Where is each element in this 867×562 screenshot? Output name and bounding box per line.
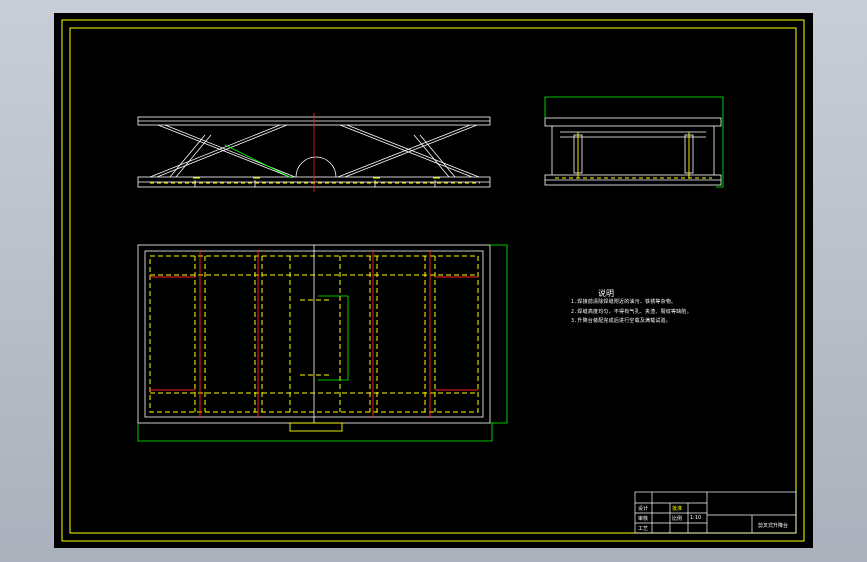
tb-scale-value: 1:10 (690, 515, 702, 521)
tb-process: 工艺 (638, 526, 649, 532)
note-line-2: 2.焊缝高度均匀，不得有气孔、夹渣、裂纹等缺陷。 (571, 309, 692, 315)
drawing-sheet (54, 13, 813, 548)
tb-scale-label: 比例 (672, 516, 683, 522)
note-line-1: 1.焊接前清除焊缝附近的油污、铁锈等杂物。 (571, 299, 677, 305)
tb-design: 设计 (638, 506, 649, 512)
tb-review: 审核 (638, 516, 649, 522)
note-line-3: 3.升降台装配完成后进行空载及满载试验。 (571, 318, 672, 324)
tb-drawing-name: 剪叉式升降台 (758, 523, 789, 529)
cad-drawing (54, 13, 813, 548)
tb-approve: 批准 (672, 506, 683, 512)
